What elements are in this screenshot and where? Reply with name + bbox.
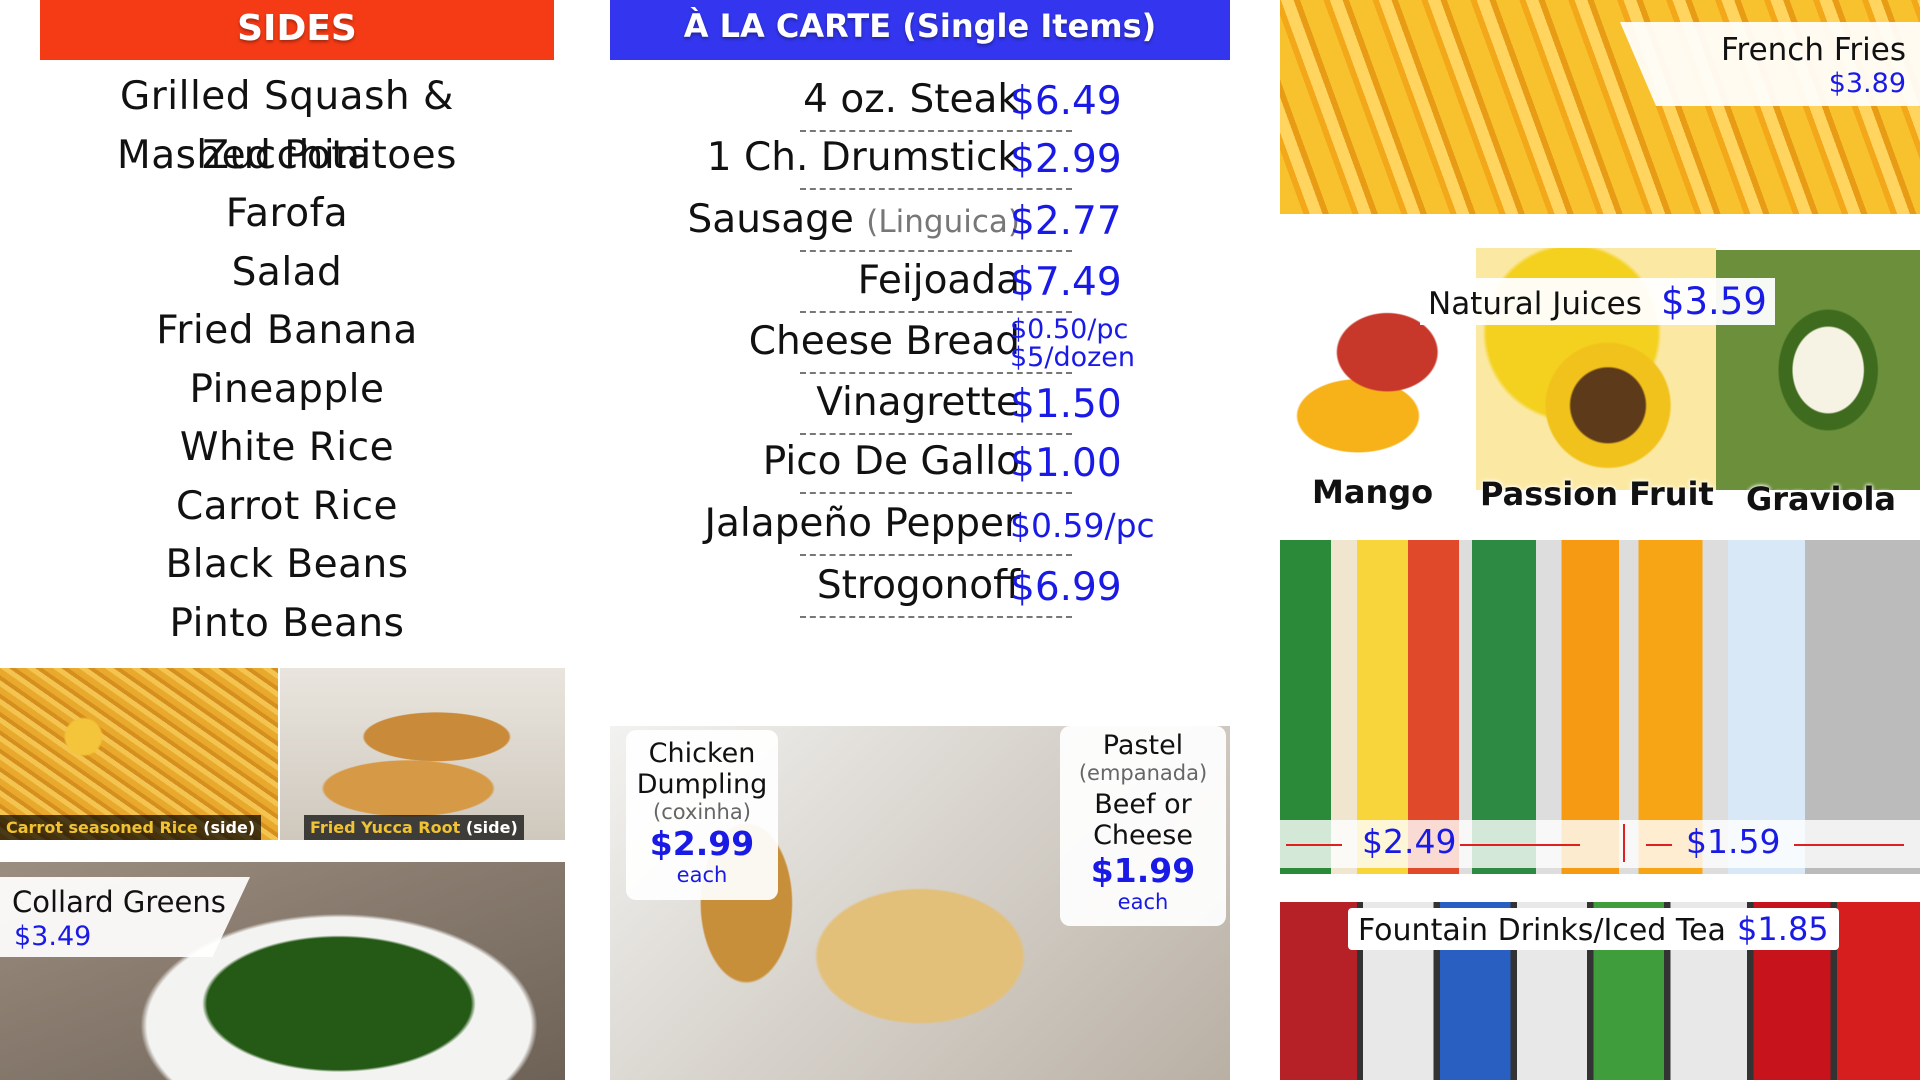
- juices-label: Natural Juices $3.59: [1420, 278, 1775, 325]
- french-fries-photo: French Fries $3.89: [1280, 0, 1920, 214]
- item-name: Pico De Gallo: [762, 439, 1020, 484]
- item-price: $1.50: [1010, 382, 1122, 427]
- item-name: Vinagrette: [816, 380, 1020, 425]
- item-name: 1 Ch. Drumstick: [706, 135, 1020, 180]
- item-price: $0.50/pc: [1010, 314, 1129, 345]
- price-line-right-a: [1646, 844, 1672, 846]
- fries-card: French Fries $3.89: [1620, 22, 1920, 106]
- item-name: Cheese Bread: [748, 319, 1020, 364]
- menu-row-cheese-bread: Cheese Bread $0.50/pc $5/dozen: [610, 314, 1250, 374]
- coxinha-subtitle: (coxinha): [653, 800, 751, 824]
- bottle-price-bar: $2.49 $1.59: [1280, 820, 1920, 868]
- list-item: Grilled Squash & Zucchini: [120, 74, 454, 178]
- item-price: $1.00: [1010, 441, 1122, 486]
- bottle-price-left: $2.49: [1362, 822, 1457, 861]
- sides-header: SIDES: [40, 0, 554, 60]
- item-name: Sausage (Linguica): [687, 197, 1020, 242]
- menu-row-pico-de-gallo: Pico De Gallo $1.00: [610, 434, 1250, 494]
- item-price: $7.49: [1010, 260, 1122, 305]
- item-subtitle: (Linguica): [866, 204, 1020, 240]
- pastel-title: Pastel: [1102, 730, 1184, 761]
- fries-name: French Fries: [1720, 32, 1906, 68]
- price-line-left: [1286, 844, 1342, 846]
- item-name: Strogonoff: [816, 563, 1020, 608]
- item-name: Feijoada: [857, 258, 1020, 303]
- menu-row-strogonoff: Strogonoff $6.99: [610, 558, 1250, 618]
- price-line-right-b: [1794, 844, 1904, 846]
- fries-price: $3.89: [1828, 68, 1906, 99]
- natural-juices-panel: Natural Juices $3.59 Mango Passion Fruit…: [1280, 248, 1920, 520]
- list-item: Carrot Rice: [175, 483, 399, 529]
- pastel-price: $1.99: [1090, 851, 1196, 890]
- sides-list: Grilled Squash & Zucchini Mashed Potatoe…: [30, 68, 544, 653]
- pastel-subtitle: (empanada): [1078, 761, 1208, 785]
- menu-row-vinagrette: Vinagrette $1.50: [610, 375, 1250, 435]
- item-name: Jalapeño Pepper: [704, 501, 1020, 546]
- item-price: $0.59/pc: [1010, 506, 1155, 545]
- pastel-line-3: Cheese: [1093, 820, 1193, 851]
- carrot-rice-caption: Carrot seasoned Rice (side): [0, 815, 262, 840]
- pastel-unit: each: [1117, 890, 1169, 914]
- bottled-drinks-photo: $2.49 $1.59: [1280, 540, 1920, 874]
- list-item: Mashed Potatoes: [117, 132, 457, 178]
- coxinha-title-1: Chicken: [648, 738, 756, 769]
- coxinha-pastel-photo: Chicken Dumpling (coxinha) $2.99 each Pa…: [610, 726, 1230, 1080]
- item-price: $2.77: [1010, 199, 1122, 244]
- collard-price: $3.49: [14, 921, 92, 952]
- list-item: Salad: [231, 249, 343, 295]
- item-price-dozen: $5/dozen: [1010, 342, 1136, 373]
- menu-row-steak: 4 oz. Steak $6.49: [610, 72, 1250, 132]
- fried-yucca-photo: Fried Yucca Root (side): [280, 668, 565, 840]
- dashed-divider: [800, 188, 1072, 190]
- collard-name: Collard Greens: [12, 885, 226, 919]
- menu-row-sausage: Sausage (Linguica) $2.77: [610, 192, 1250, 252]
- mango-label: Mango: [1312, 473, 1434, 511]
- alacarte-header: À LA CARTE (Single Items): [610, 0, 1230, 60]
- fountain-label: Fountain Drinks/Iced Tea $1.85: [1348, 908, 1839, 950]
- list-item: White Rice: [179, 425, 395, 470]
- menu-row-drumstick: 1 Ch. Drumstick $2.99: [610, 130, 1250, 190]
- price-line-mid: [1460, 844, 1580, 846]
- list-item: Black Beans: [165, 542, 409, 587]
- fountain-drinks-photo: Fountain Drinks/Iced Tea $1.85: [1280, 902, 1920, 1080]
- item-name: 4 oz. Steak: [803, 77, 1020, 122]
- pastel-line-2: Beef or: [1094, 789, 1192, 820]
- dashed-divider: [800, 554, 1072, 556]
- price-divider: [1623, 824, 1625, 862]
- item-price: $2.99: [1010, 137, 1122, 182]
- fried-yucca-caption: Fried Yucca Root (side): [304, 815, 524, 840]
- item-price: $6.99: [1010, 565, 1122, 610]
- list-item: Pineapple: [189, 366, 385, 412]
- coxinha-title-2: Dumpling: [636, 769, 768, 800]
- list-item: Fried Banana: [156, 308, 418, 353]
- dashed-divider: [800, 311, 1072, 313]
- pastel-card: Pastel (empanada) Beef or Cheese $1.99 e…: [1060, 726, 1226, 926]
- bottle-price-right: $1.59: [1686, 822, 1781, 861]
- coxinha-price: $2.99: [649, 824, 755, 863]
- dashed-divider: [800, 372, 1072, 374]
- list-item: Farofa: [225, 191, 349, 236]
- menu-row-feijoada: Feijoada $7.49: [610, 253, 1250, 313]
- item-price: $6.49: [1010, 79, 1122, 124]
- coxinha-unit: each: [676, 863, 728, 887]
- collard-card: Collard Greens $3.49: [0, 877, 250, 957]
- passion-fruit-label: Passion Fruit: [1480, 475, 1714, 513]
- menu-row-jalapeno: Jalapeño Pepper $0.59/pc: [610, 496, 1250, 556]
- graviola-label: Graviola: [1746, 480, 1897, 518]
- coxinha-card: Chicken Dumpling (coxinha) $2.99 each: [626, 730, 778, 900]
- collard-greens-photo: Collard Greens $3.49: [0, 862, 565, 1080]
- dashed-divider: [800, 616, 1072, 618]
- list-item: Pinto Beans: [169, 600, 405, 646]
- carrot-rice-photo: Carrot seasoned Rice (side): [0, 668, 278, 840]
- dashed-divider: [800, 492, 1072, 494]
- dashed-divider: [800, 250, 1072, 252]
